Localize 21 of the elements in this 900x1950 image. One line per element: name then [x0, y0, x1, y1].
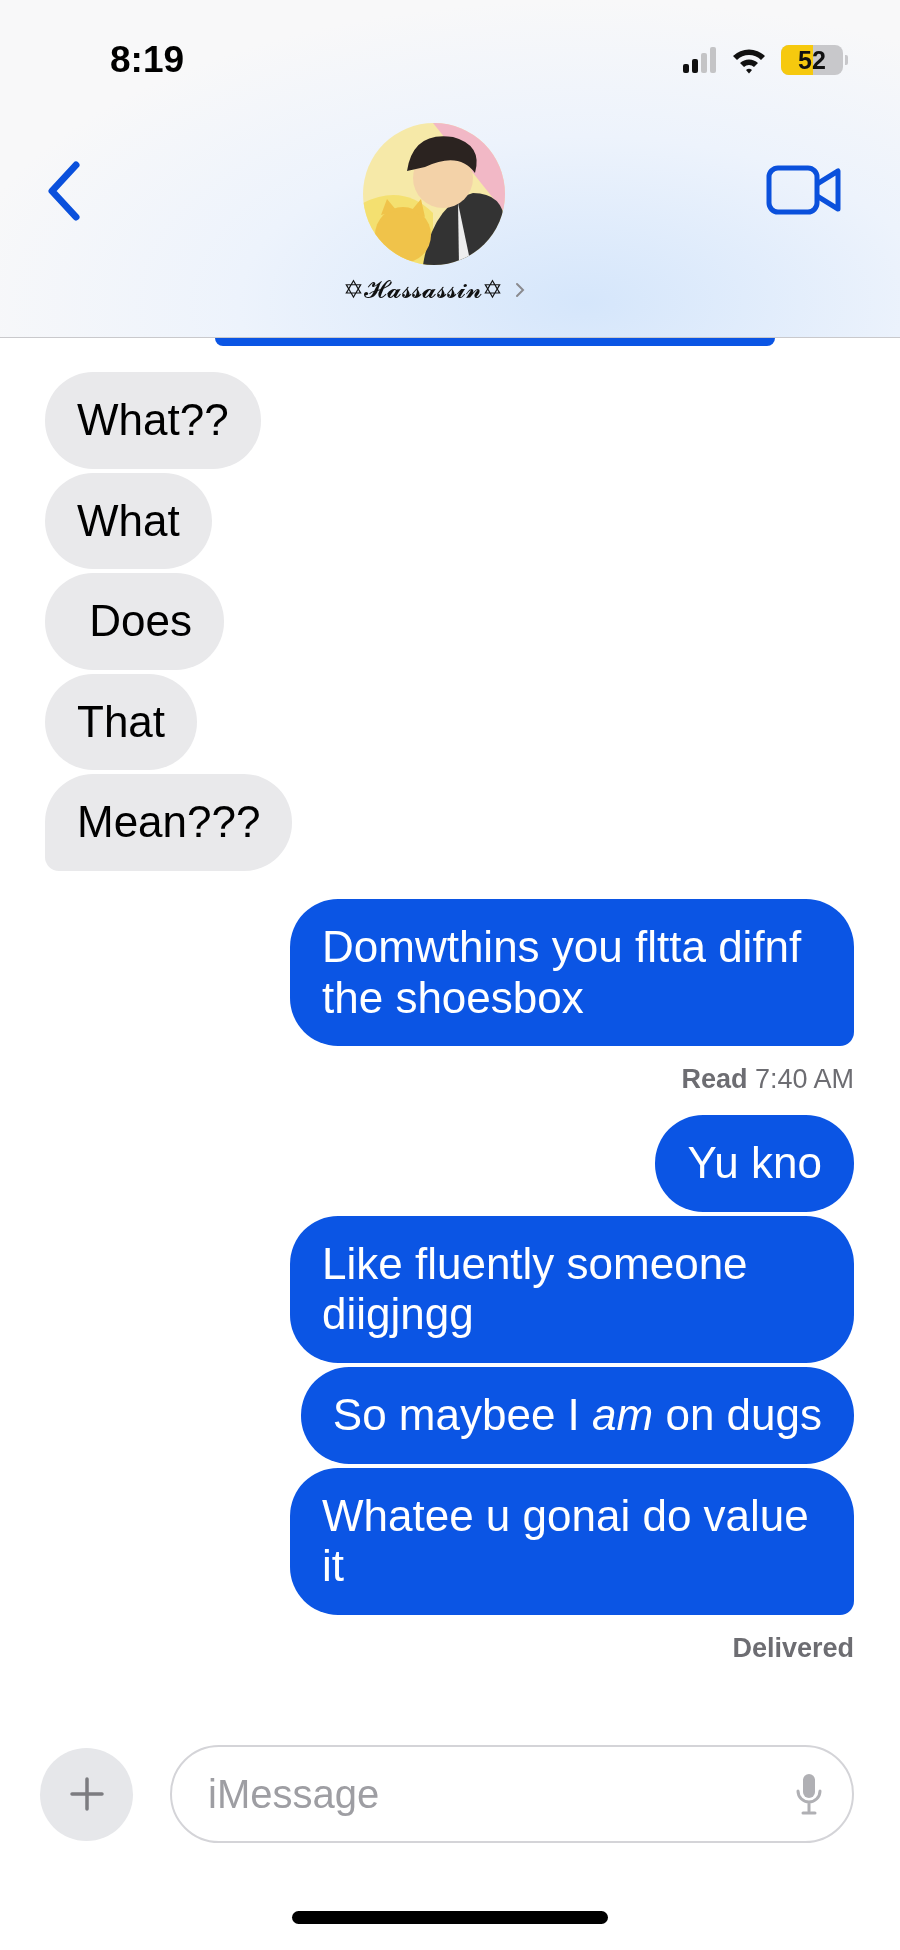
message-bubble: So maybee I am on dugs [300, 1366, 854, 1464]
message-bubble: Whatee u gonai do value it [290, 1467, 854, 1615]
plus-icon [69, 1777, 104, 1811]
message-bubble: Mean??? [45, 774, 293, 871]
message-field[interactable]: iMessage [206, 1770, 796, 1818]
video-camera-icon[interactable] [766, 165, 842, 215]
message-bubble: What [45, 472, 212, 570]
signal-icon [683, 47, 717, 73]
read-receipt: Delivered [732, 1632, 854, 1664]
message-bubble: Domwthins you fltta difnf the shoesbox [290, 898, 854, 1047]
status-time: 8:19 [110, 39, 185, 81]
message-bubble: What?? [45, 372, 261, 469]
contact-name[interactable]: ✡𝓗𝓪𝓼𝓼𝓪𝓼𝓼𝓲𝓷✡ [343, 275, 503, 305]
chevron-icon[interactable] [515, 282, 525, 298]
message-bubble: Like fluently someone diigjngg [290, 1215, 854, 1363]
message-bubble: Does [45, 573, 224, 670]
message-bubble: Yu kno [655, 1115, 854, 1212]
message-bubble: That [45, 673, 198, 771]
message-field[interactable]: iMessage [170, 1745, 854, 1843]
back-icon[interactable] [46, 160, 82, 222]
read-receipt: Read 7:40 AM [681, 1064, 854, 1096]
